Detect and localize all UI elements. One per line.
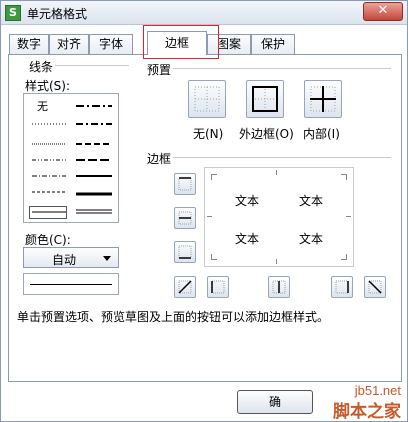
line-style-options[interactable] <box>24 94 118 222</box>
preview-mark-bottom <box>276 259 282 264</box>
preview-text-4: 文本 <box>299 232 324 246</box>
dialog-window: S 单元格格式 ✕ 数字 对齐 字体 边框 图案 保护 线条 样式(S): 无 <box>0 0 408 422</box>
site-watermark: jb51.net 脚本之家 <box>283 383 403 422</box>
border-inside-vertical-button[interactable] <box>268 276 290 298</box>
preview-text-1: 文本 <box>235 194 260 208</box>
chevron-down-icon <box>103 256 111 261</box>
border-diagonal-up-icon <box>178 280 192 294</box>
tab-border[interactable]: 边框 <box>147 31 207 55</box>
tab-font[interactable]: 字体 <box>89 34 133 54</box>
preview-corner-bl <box>211 254 217 260</box>
tab-protection[interactable]: 保护 <box>251 34 295 54</box>
border-diagonal-down-button[interactable] <box>364 276 386 298</box>
border-preview[interactable]: 文本 文本 文本 文本 <box>204 167 354 267</box>
border-right-icon <box>335 280 349 294</box>
preset-outline-label: 外边框(O) <box>239 127 294 141</box>
preset-none-label: 无(N) <box>193 127 224 141</box>
title-bar[interactable]: S 单元格格式 ✕ <box>1 1 407 25</box>
preview-mark-right <box>346 216 351 222</box>
border-bottom-icon <box>178 245 192 259</box>
preview-text-3: 文本 <box>235 232 260 246</box>
preview-corner-tr <box>341 174 347 180</box>
preset-inside-label: 内部(I) <box>303 127 340 141</box>
preset-none-button[interactable] <box>188 80 226 118</box>
color-dropdown[interactable]: 自动 <box>23 247 119 268</box>
line-group-title: 线条 <box>27 58 56 75</box>
style-label: 样式(S): <box>23 77 73 94</box>
preview-text-2: 文本 <box>299 194 324 208</box>
border-none-icon <box>194 86 220 112</box>
border-title: 边框 <box>145 150 174 167</box>
app-icon: S <box>5 5 21 21</box>
border-inside-horizontal-icon <box>178 211 192 225</box>
border-diagonal-down-icon <box>368 280 382 294</box>
border-left-icon <box>211 280 225 294</box>
preview-mark-top <box>276 170 282 175</box>
selected-style-frame <box>29 206 67 219</box>
preview-mark-left <box>207 216 212 222</box>
color-label: 颜色(C): <box>23 231 73 248</box>
border-inside-vertical-icon <box>272 280 286 294</box>
line-group-divider <box>53 65 129 66</box>
watermark-brand: 脚本之家 <box>333 402 401 422</box>
tab-number[interactable]: 数字 <box>9 34 49 54</box>
preview-corner-tl <box>211 174 217 180</box>
dialog-title: 单元格格式 <box>27 7 88 21</box>
border-divider <box>171 157 391 158</box>
close-button[interactable]: ✕ <box>363 2 403 21</box>
border-inside-icon <box>310 86 336 112</box>
line-style-list[interactable]: 无 <box>23 93 119 223</box>
border-left-button[interactable] <box>207 276 229 298</box>
hint-text: 单击预置选项、预览草图及上面的按钮可以添加边框样式。 <box>17 310 330 324</box>
color-preview <box>23 273 119 295</box>
border-top-button[interactable] <box>174 173 196 195</box>
color-preview-line <box>30 284 112 285</box>
border-bottom-button[interactable] <box>174 241 196 263</box>
tab-pattern[interactable]: 图案 <box>207 34 251 54</box>
border-top-icon <box>178 177 192 191</box>
tab-alignment[interactable]: 对齐 <box>49 34 89 54</box>
watermark-domain: jb51.net <box>354 383 401 398</box>
preview-corner-br <box>341 254 347 260</box>
border-outline-icon <box>252 86 278 112</box>
presets-title: 预置 <box>145 61 174 78</box>
presets-divider <box>171 68 391 69</box>
border-inside-horizontal-button[interactable] <box>174 207 196 229</box>
preset-outline-button[interactable] <box>246 80 284 118</box>
border-diagonal-up-button[interactable] <box>174 276 196 298</box>
color-value: 自动 <box>52 253 77 267</box>
preset-inside-button[interactable] <box>304 80 342 118</box>
border-right-button[interactable] <box>331 276 353 298</box>
